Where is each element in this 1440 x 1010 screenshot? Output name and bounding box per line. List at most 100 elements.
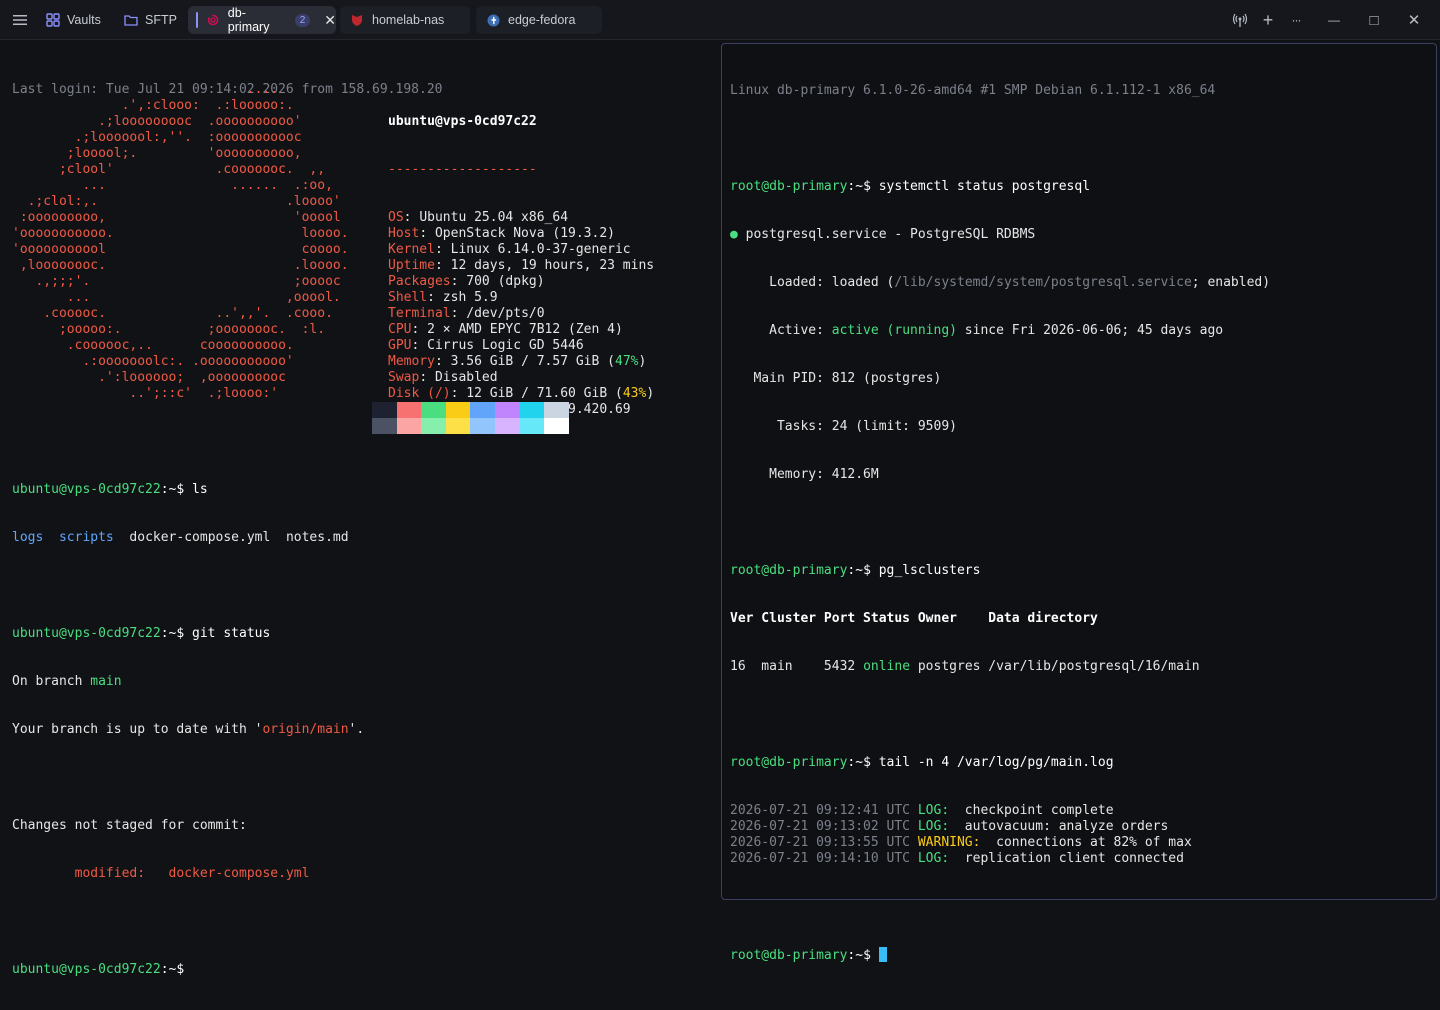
tab-db-primary[interactable]: db-primary 2 ✕ — [188, 6, 336, 34]
ascii-line: 'ooooooooool coooo. — [12, 242, 349, 257]
ascii-line: 'ooooooooooo. loooo. — [12, 226, 349, 241]
log-line: 2026-07-21 09:13:02 UTC LOG: autovacuum:… — [730, 819, 1169, 834]
info-row: Kernel: Linux 6.14.0-37-generic — [388, 242, 631, 257]
prompt-line-current[interactable]: root@db-primary:~$ — [730, 947, 1270, 963]
prompt-line: root@db-primary:~$ systemctl status post… — [730, 179, 1091, 194]
vaults-icon — [46, 13, 60, 27]
ascii-line: ... ...... .:oo, — [12, 178, 333, 193]
sftp-button[interactable]: SFTP — [124, 6, 177, 34]
ls-output: logs scripts docker-compose.yml notes.md — [12, 530, 349, 545]
terminal-cursor — [878, 947, 887, 962]
prompt-line: root@db-primary:~$ pg_lsclusters — [730, 563, 981, 578]
info-row: Swap: Disabled — [388, 370, 498, 385]
cluster-row: 16 main 5432 online postgres /var/lib/po… — [730, 659, 1200, 674]
color-swatch — [544, 402, 569, 418]
sftp-label: SFTP — [145, 13, 177, 27]
log-line: 2026-07-21 09:14:10 UTC LOG: replication… — [730, 851, 1184, 866]
color-swatch — [372, 402, 397, 418]
close-tab-icon[interactable]: ✕ — [324, 12, 336, 29]
color-swatch — [372, 418, 397, 434]
ascii-line: .;clol:,. .loooo' — [12, 194, 341, 209]
status-dot-icon: ● — [730, 227, 738, 242]
git-branch-line: On branch main — [12, 674, 122, 689]
ascii-logo: .... .',:clooo: .:looooo:. .;looooooooc … — [12, 82, 349, 402]
info-row: Uptime: 12 days, 19 hours, 23 mins — [388, 258, 655, 273]
kernel-banner: Linux db-primary 6.1.0-26-amd64 #1 SMP D… — [730, 83, 1216, 98]
cluster-header: Ver Cluster Port Status Owner Data direc… — [730, 611, 1098, 626]
terminal-pane-left[interactable]: Last login: Tue Jul 21 09:14:02 2026 fro… — [0, 40, 718, 977]
service-line: ● postgresql.service - PostgreSQL RDBMS — [730, 227, 1036, 242]
ascii-line: ;ooooo:. ;oooooooc. :l. — [12, 322, 326, 337]
tab-label: db-primary — [227, 6, 270, 34]
prompt-line: ubuntu@vps-0cd97c22:~$ git status — [12, 626, 271, 641]
broadcast-icon[interactable] — [1226, 6, 1254, 34]
terminal-pane-right[interactable]: Linux db-primary 6.1.0-26-amd64 #1 SMP D… — [721, 43, 1437, 963]
info-row: Memory: 3.56 GiB / 7.57 GiB (47%) — [388, 354, 647, 369]
window-close-button[interactable]: ✕ — [1400, 6, 1428, 34]
git-changes-line: Changes not staged for commit: — [12, 818, 247, 833]
color-palette-top — [372, 402, 569, 418]
ascii-line: ... ,ooool. — [12, 290, 341, 305]
log-line: 2026-07-21 09:12:41 UTC LOG: checkpoint … — [730, 803, 1114, 818]
color-swatch — [421, 402, 446, 418]
prompt-line: ubuntu@vps-0cd97c22:~$ ls — [12, 482, 208, 497]
color-palette-bottom — [372, 418, 569, 434]
tab-badge: 2 — [294, 13, 311, 27]
minimize-button[interactable]: — — [1320, 6, 1348, 34]
shield-icon — [350, 13, 364, 27]
prompt-line-current[interactable]: ubuntu@vps-0cd97c22:~$ — [12, 962, 364, 978]
info-row: Shell: zsh 5.9 — [388, 290, 498, 305]
memory-line: Memory: 412.6M — [730, 467, 879, 482]
tab-homelab-nas[interactable]: homelab-nas — [340, 6, 470, 34]
color-swatch — [396, 418, 422, 434]
color-swatch — [445, 418, 471, 434]
ascii-line: .:ooooooolc:. .ooooooooooo' — [12, 354, 294, 369]
ascii-line: ;looool;. 'oooooooooo, — [12, 146, 302, 161]
info-row: GPU: Cirrus Logic GD 5446 — [388, 338, 584, 353]
git-modified-line: modified: docker-compose.yml — [12, 866, 310, 881]
loaded-line: Loaded: loaded (/lib/systemd/system/post… — [730, 275, 1271, 290]
color-swatch — [544, 418, 569, 434]
info-row: Terminal: /dev/pts/0 — [388, 306, 545, 321]
more-options-button[interactable]: ··· — [1282, 6, 1310, 34]
vaults-label: Vaults — [67, 13, 101, 27]
ascii-line: .,;;;'. ;ooooc — [12, 274, 341, 289]
new-tab-button[interactable]: + — [1254, 6, 1282, 34]
maximize-button[interactable]: □ — [1360, 6, 1388, 34]
info-row: CPU: 2 × AMD EPYC 7B12 (Zen 4) — [388, 322, 623, 337]
ascii-line: .',:clooo: .:looooo:. — [12, 98, 294, 113]
info-row: Packages: 700 (dpkg) — [388, 274, 545, 289]
log-lines: 2026-07-21 09:12:41 UTC LOG: checkpoint … — [730, 803, 1270, 867]
ascii-line: .;looooooooc .oooooooooo' — [12, 114, 302, 129]
active-tab-indicator — [196, 12, 198, 28]
tab-label: edge-fedora — [508, 13, 576, 27]
tab-edge-fedora[interactable]: edge-fedora — [476, 6, 602, 34]
ascii-line: ..';::c' .;loooo:' — [12, 386, 279, 401]
ascii-line: ;clool' .cooooooc. ,, — [12, 162, 326, 177]
ascii-line: .coooooc,.. coooooooooo. — [12, 338, 294, 353]
color-swatch — [396, 402, 422, 418]
color-swatch — [470, 402, 495, 418]
info-row: OS: Ubuntu 25.04 x86_64 — [388, 210, 569, 225]
info-user-host: ubuntu@vps-0cd97c22 — [388, 114, 537, 129]
ascii-line: :ooooooooo, 'ooool — [12, 210, 341, 225]
log-line: 2026-07-21 09:13:55 UTC WARNING: connect… — [730, 835, 1192, 850]
info-separator: ------------------- — [388, 162, 537, 177]
shell-session-left: ubuntu@vps-0cd97c22:~$ ls logs scripts d… — [12, 450, 364, 1010]
active-line: Active: active (running) since Fri 2026-… — [730, 323, 1224, 338]
color-swatch — [519, 402, 545, 418]
color-swatch — [494, 402, 520, 418]
ascii-line: .':loooooo; ,oooooooooc — [12, 370, 286, 385]
color-swatch — [470, 418, 495, 434]
git-uptodate-line: Your branch is up to date with 'origin/m… — [12, 722, 365, 737]
ascii-line: .;looooool:,''. :ooooooooooc — [12, 130, 302, 145]
terminal-output-right: Linux db-primary 6.1.0-26-amd64 #1 SMP D… — [730, 51, 1270, 995]
title-bar: Vaults SFTP db-primary 2 ✕ homelab-nas e… — [0, 0, 1440, 40]
vaults-button[interactable]: Vaults — [46, 6, 101, 34]
info-row: Host: OpenStack Nova (19.3.2) — [388, 226, 615, 241]
tasks-line: Tasks: 24 (limit: 9509) — [730, 419, 957, 434]
color-swatch — [494, 418, 520, 434]
color-swatch — [519, 418, 545, 434]
fedora-icon — [486, 13, 500, 27]
hamburger-icon[interactable] — [6, 6, 34, 34]
